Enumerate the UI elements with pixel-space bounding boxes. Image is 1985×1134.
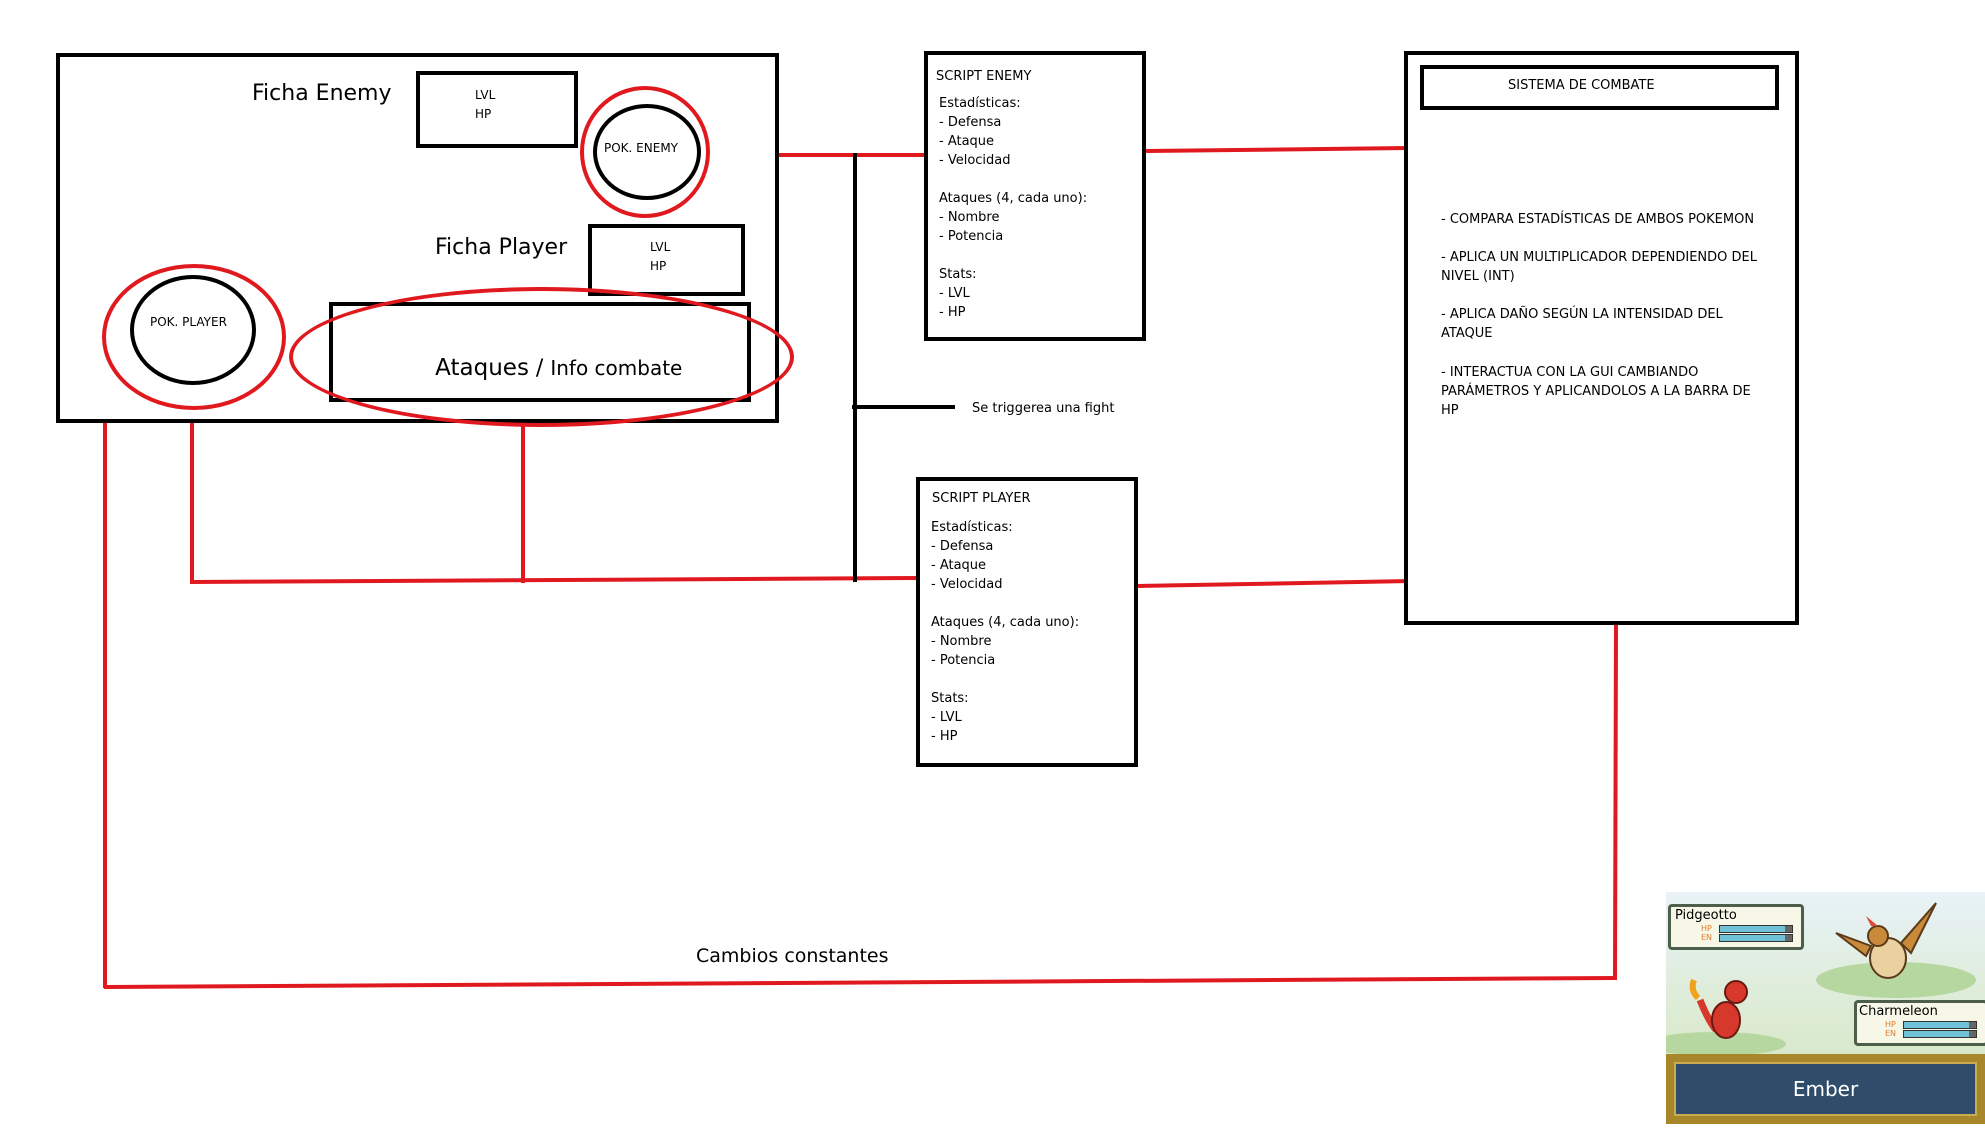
player-to-script-line (189, 576, 923, 584)
script-player-body: Estadísticas: - Defensa - Ataque - Veloc… (931, 520, 1080, 744)
player-hp-panel: Charmeleon HP EN (1854, 1000, 1985, 1046)
ataques-main: Ataques (435, 355, 529, 381)
enemy-en-bar (1719, 934, 1793, 942)
ataques-sep: / (528, 356, 551, 381)
player-hp-bar (1903, 1021, 1977, 1029)
ficha-enemy-title: Ficha Enemy (252, 81, 392, 106)
player-pokemon-label: POK. PLAYER (150, 315, 227, 329)
player-name: Charmeleon (1859, 1004, 1938, 1019)
script-player-to-sistema-line (1137, 579, 1413, 588)
bottom-line (103, 976, 1617, 989)
enemy-en-fill (1720, 935, 1785, 941)
script-enemy-to-sistema-line (1145, 146, 1413, 153)
player-pokemon-highlight (102, 264, 286, 410)
pidgeotto-sprite (1835, 902, 1937, 979)
enemy-en-label: EN (1701, 933, 1713, 942)
enemy-pokemon-label: POK. ENEMY (604, 141, 679, 155)
enemy-hp-fill (1720, 926, 1785, 932)
player-hp-fill (1904, 1022, 1969, 1028)
player-stats-text: LVL HP (650, 240, 671, 273)
player-en-bar (1903, 1030, 1977, 1038)
script-enemy-title: SCRIPT ENEMY (936, 69, 1032, 84)
enemy-hp-panel: Pidgeotto HP EN (1668, 904, 1804, 950)
charmeleon-sprite (1689, 978, 1748, 1039)
script-player-title: SCRIPT PLAYER (932, 491, 1031, 506)
sistema-down-line (1613, 623, 1618, 981)
battle-screenshot: Pidgeotto HP EN Charmeleon HP EN Ember (1666, 892, 1985, 1124)
ficha-player-title: Ficha Player (435, 235, 568, 260)
sistema-title: SISTEMA DE COMBATE (1508, 78, 1655, 93)
move-menu: Ember (1666, 1054, 1985, 1124)
ataques-rest: Info combate (550, 356, 683, 380)
sistema-item-2: - APLICA UN MULTIPLICADOR DEPENDIENDO DE… (1441, 250, 1757, 284)
enemy-stats-box (416, 71, 578, 148)
move-button[interactable]: Ember (1674, 1062, 1977, 1116)
player-en-label: EN (1885, 1029, 1897, 1038)
trigger-label: Se triggerea una fight (972, 401, 1115, 416)
sistema-item-3: - APLICA DAÑO SEGÚN LA INTENSIDAD DEL AT… (1441, 307, 1723, 341)
enemy-stats-text: LVL HP (475, 88, 496, 121)
ataques-label: Ataques / Info combate (425, 336, 682, 381)
script-enemy-body: Estadísticas: - Defensa - Ataque - Veloc… (939, 96, 1088, 320)
enemy-name: Pidgeotto (1675, 908, 1737, 923)
cambios-label: Cambios constantes (696, 945, 889, 967)
sistema-item-4: - INTERACTUA CON LA GUI CAMBIANDO PARÁME… (1441, 365, 1751, 418)
enemy-hp-bar (1719, 925, 1793, 933)
enemy-hp-label: HP (1701, 924, 1712, 933)
sistema-item-1: - COMPARA ESTADÍSTICAS DE AMBOS POKEMON (1441, 212, 1755, 227)
player-hp-label: HP (1885, 1020, 1896, 1029)
player-en-fill (1904, 1031, 1969, 1037)
